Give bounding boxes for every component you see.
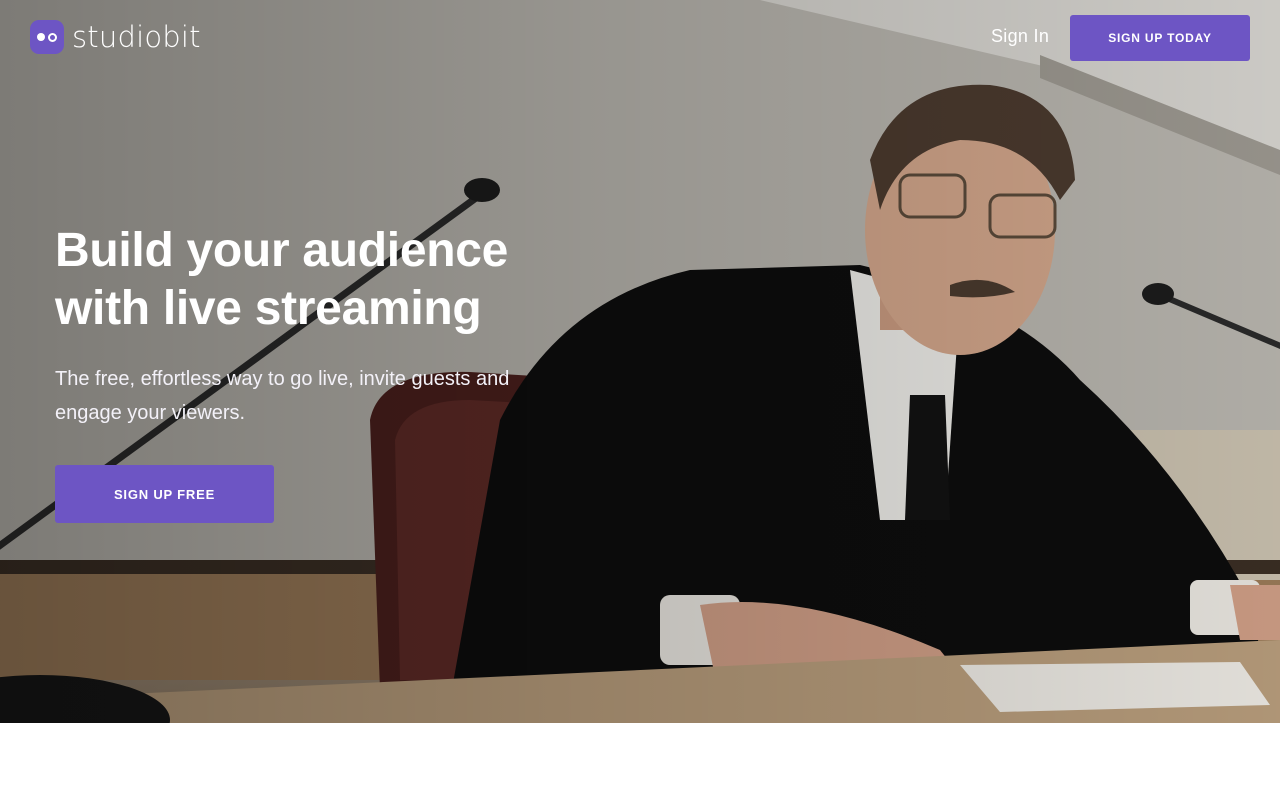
studiobit-logo[interactable]: studiobit xyxy=(30,20,201,54)
hero-headline: Build your audience with live streaming xyxy=(55,224,509,335)
logo-icon xyxy=(30,20,64,54)
hero-section: studiobit Sign In SIGN UP TODAY Build yo… xyxy=(0,0,1280,723)
top-nav: studiobit Sign In SIGN UP TODAY xyxy=(0,0,1280,75)
sign-in-link[interactable]: Sign In xyxy=(991,26,1049,47)
sign-up-today-button[interactable]: SIGN UP TODAY xyxy=(1070,15,1250,61)
sign-up-free-button[interactable]: SIGN UP FREE xyxy=(55,465,274,523)
hero-subheading: The free, effortless way to go live, inv… xyxy=(55,368,510,424)
logo-wordmark: studiobit xyxy=(72,20,201,54)
